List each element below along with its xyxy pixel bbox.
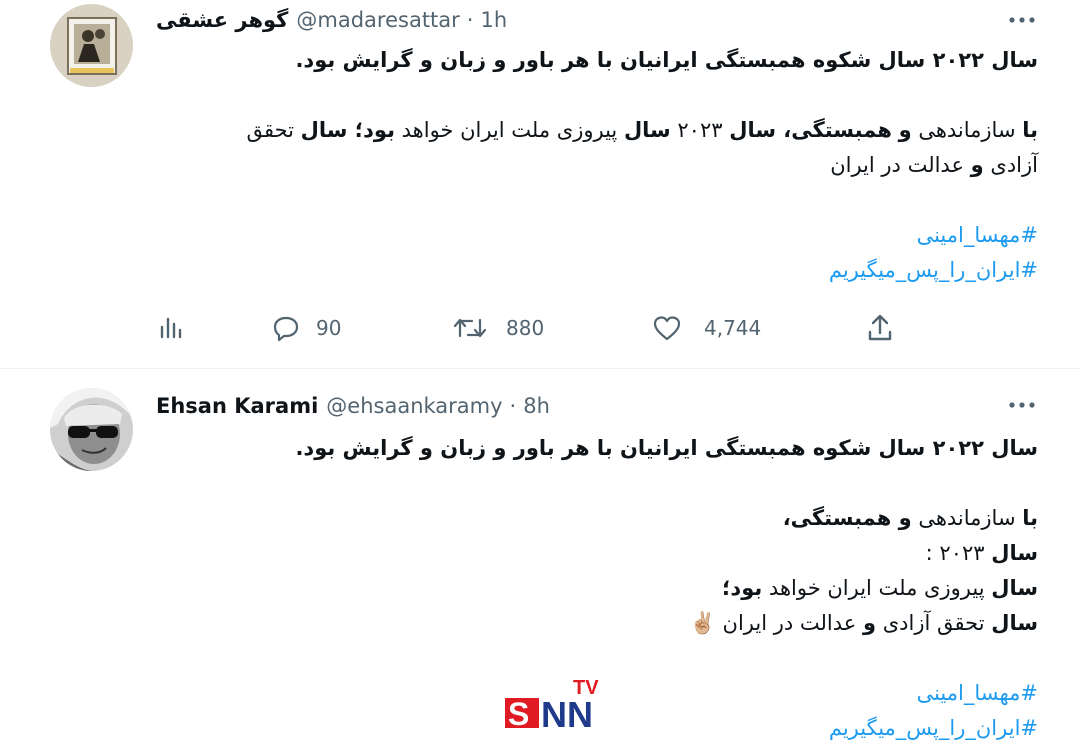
hashtag-link[interactable]: #ایران_را_پس_میگیریم [829, 258, 1038, 282]
tweet-paragraph-line: با سازماندهی و همبستگی، [782, 506, 1038, 530]
author-handle[interactable]: @ehsaankaramy [326, 394, 502, 418]
like-button[interactable]: 4,744 [652, 314, 761, 342]
tweet-text: سال ۲۰۲۲ سال شکوه همبستگی ایرانیان با هر… [156, 43, 1038, 288]
tweet-header: Ehsan Karami @ehsaankaramy · 8h [156, 391, 550, 421]
share-button[interactable] [866, 313, 894, 343]
avatar[interactable] [50, 388, 133, 471]
separator-dot: · [466, 8, 474, 32]
author-name[interactable]: Ehsan Karami [156, 394, 318, 418]
tweet-paragraph-line: آزادی و عدالت در ایران [830, 153, 1038, 177]
hashtag-link[interactable]: #مهسا_امینی [917, 681, 1038, 705]
retweet-count: 880 [506, 316, 545, 340]
timestamp[interactable]: 8h [523, 394, 550, 418]
like-count: 4,744 [704, 316, 762, 340]
victory-hand-emoji: ✌🏼 [689, 611, 716, 635]
retweet-button[interactable]: 880 [452, 314, 544, 342]
snn-tv-logo: TV S NN [503, 676, 611, 735]
svg-text:S: S [508, 696, 529, 732]
like-icon [652, 314, 682, 342]
reply-icon [272, 314, 300, 342]
reply-button[interactable]: 90 [272, 314, 341, 342]
avatar-image [50, 4, 133, 87]
more-icon[interactable] [1006, 395, 1038, 415]
timestamp[interactable]: 1h [480, 8, 507, 32]
hashtag-link[interactable]: #ایران_را_پس_میگیریم [829, 716, 1038, 740]
tweet[interactable]: گوهر عشقی @madaresattar · 1h سال ۲۰۲۲ سا… [0, 0, 1080, 369]
tweet-headline: سال ۲۰۲۲ سال شکوه همبستگی ایرانیان با هر… [295, 436, 1038, 460]
avatar-image [50, 388, 133, 471]
author-name[interactable]: گوهر عشقی [156, 8, 288, 32]
tweet-paragraph-line: سال ۲۰۲۳ : [925, 541, 1038, 565]
tweet-actions: 90 880 4,744 [0, 312, 1080, 344]
analytics-button[interactable] [158, 315, 184, 341]
tweet-paragraph-line: با سازماندهی و همبستگی، سال ۲۰۲۳ سال پیر… [246, 118, 1038, 142]
svg-text:NN: NN [541, 694, 593, 732]
tweet-header: گوهر عشقی @madaresattar · 1h [156, 5, 507, 35]
more-icon[interactable] [1006, 10, 1038, 30]
reply-count: 90 [316, 316, 342, 340]
author-handle[interactable]: @madaresattar [296, 8, 459, 32]
avatar[interactable] [50, 4, 133, 87]
analytics-icon [158, 315, 184, 341]
share-icon [866, 313, 894, 343]
separator-dot: · [509, 394, 517, 418]
tweet-paragraph-line: سال تحقق آزادی و عدالت در ایران ✌🏼 [689, 611, 1038, 635]
retweet-icon [452, 314, 488, 342]
tweet-paragraph-line: سال پیروزی ملت ایران خواهد بود؛ [722, 576, 1038, 600]
hashtag-link[interactable]: #مهسا_امینی [917, 223, 1038, 247]
tweet-headline: سال ۲۰۲۲ سال شکوه همبستگی ایرانیان با هر… [295, 48, 1038, 72]
